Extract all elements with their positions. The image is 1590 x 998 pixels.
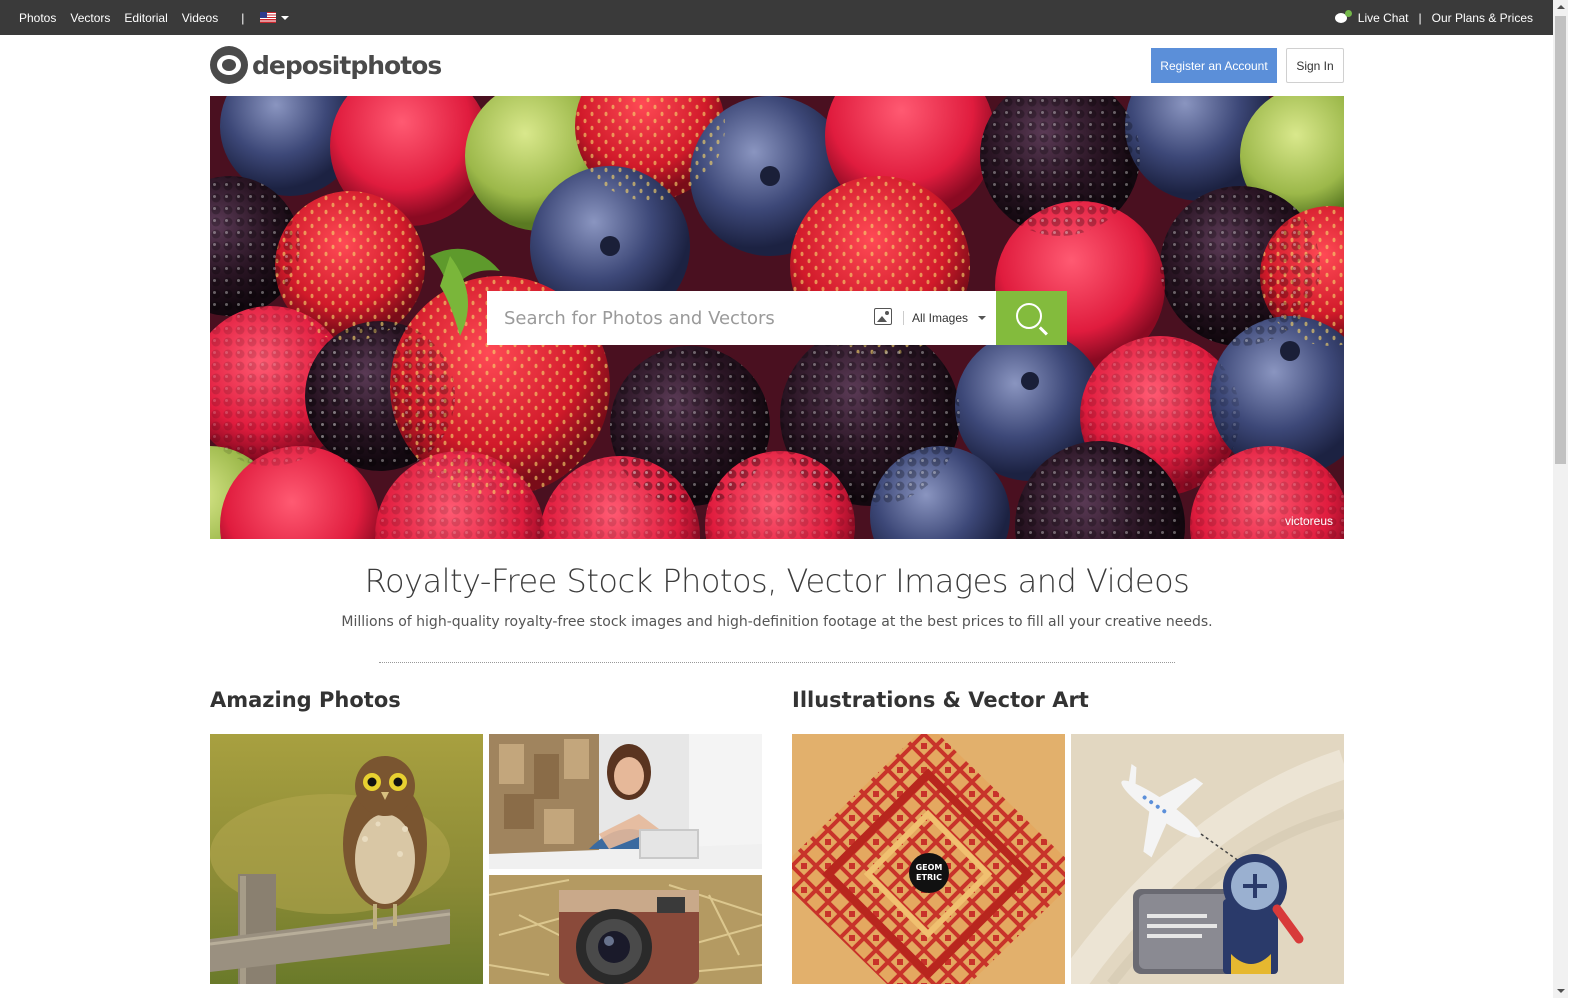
nav-videos[interactable]: Videos	[182, 11, 218, 25]
vectors-section-title: Illustrations & Vector Art	[792, 688, 1089, 712]
hero-banner: All Images victoreus	[210, 96, 1344, 539]
scroll-thumb[interactable]	[1555, 16, 1566, 464]
top-nav: Photos Vectors Editorial Videos |	[12, 0, 290, 35]
link-divider: |	[1418, 10, 1422, 25]
nav-photos[interactable]: Photos	[19, 11, 56, 25]
woman-image	[489, 734, 762, 869]
site-logo[interactable]: depositphotos	[210, 46, 442, 84]
woman-laptop-photo-tile[interactable]	[489, 734, 762, 869]
live-chat-link[interactable]: Live Chat	[1358, 11, 1409, 25]
page-headline: Royalty-Free Stock Photos, Vector Images…	[364, 562, 1190, 600]
owl-photo-tile[interactable]	[210, 734, 483, 984]
section-divider	[379, 662, 1175, 663]
camera-image	[489, 875, 762, 984]
search-divider	[903, 311, 904, 325]
register-button[interactable]: Register an Account	[1151, 48, 1277, 83]
image-search-icon[interactable]	[874, 308, 892, 325]
nav-editorial[interactable]: Editorial	[124, 11, 167, 25]
image-type-value: All Images	[912, 311, 969, 325]
airplane-ticket-image	[1071, 734, 1344, 984]
photo-credit[interactable]: victoreus	[1285, 514, 1333, 528]
scroll-down-icon[interactable]	[1557, 989, 1565, 993]
geometric-pattern-image: GEOM ETRIC	[792, 734, 1065, 984]
geometric-badge-line-1: GEOM	[916, 863, 943, 872]
page-subheadline: Millions of high-quality royalty-free st…	[341, 614, 1213, 630]
chevron-down-icon	[281, 15, 290, 20]
camera-logo-icon	[210, 46, 248, 84]
geometric-badge-line-2: ETRIC	[916, 873, 942, 882]
search-button[interactable]	[996, 291, 1067, 345]
nav-separator: |	[241, 10, 245, 25]
scroll-up-icon[interactable]	[1557, 5, 1565, 9]
search-bar: All Images	[487, 291, 996, 345]
search-input[interactable]	[487, 293, 857, 343]
us-flag-icon	[260, 12, 277, 23]
image-type-dropdown[interactable]: All Images	[912, 291, 987, 345]
chevron-down-icon	[978, 316, 987, 320]
language-selector[interactable]	[254, 12, 290, 23]
chat-icon	[1334, 10, 1352, 24]
search-icon-handle	[1039, 326, 1048, 336]
camera-photo-tile[interactable]	[489, 875, 762, 984]
geometric-vector-tile[interactable]: GEOM ETRIC	[792, 734, 1065, 984]
sign-in-button[interactable]: Sign In	[1286, 48, 1344, 83]
logo-wordmark: depositphotos	[252, 50, 442, 80]
owl-image	[210, 734, 483, 984]
travel-vector-tile[interactable]	[1071, 734, 1344, 984]
top-right-links: Live Chat | Our Plans & Prices	[1334, 0, 1533, 35]
photos-section-title: Amazing Photos	[210, 688, 401, 712]
plans-prices-link[interactable]: Our Plans & Prices	[1432, 11, 1533, 25]
top-bar: Photos Vectors Editorial Videos | Live C…	[0, 0, 1553, 35]
nav-vectors[interactable]: Vectors	[70, 11, 110, 25]
search-icon	[1016, 303, 1042, 329]
page-scrollbar[interactable]	[1553, 0, 1568, 998]
